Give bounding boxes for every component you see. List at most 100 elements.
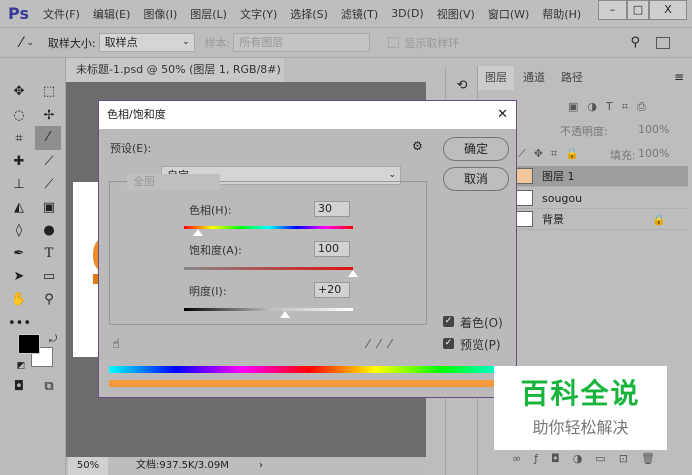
sample-select[interactable]: 所有图层 (233, 33, 371, 52)
pen-tool-icon[interactable]: ✒ (8, 244, 30, 264)
eyedropper-tool-icon[interactable]: ⁄ (20, 35, 22, 51)
crop-tool-icon[interactable]: ⌗ (8, 129, 30, 149)
opacity-label: 不透明度: (560, 125, 608, 138)
menu-select[interactable]: 选择(S) (290, 6, 328, 22)
tools-panel: ✥ ⬚ ◌ ✢ ⌗ ⁄ ✚ ⟋ ⊥ ⟋ ◭ ▣ ◊ ● ✒ T ➤ ▭ ✋ ⚲ … (0, 58, 66, 475)
quick-mask-icon[interactable]: ◘ (8, 377, 30, 397)
document-tab[interactable]: 未标题-1.psd @ 50% (图层 1, RGB/8#) * × (66, 58, 284, 100)
lightness-slider-track[interactable] (184, 308, 353, 311)
maximize-button[interactable]: □ (627, 0, 649, 20)
default-colors-icon[interactable]: ◩ (10, 356, 32, 376)
eyedropper-tool-icon[interactable]: ⁄ (35, 126, 61, 150)
layer-thumbnail (516, 211, 533, 227)
menu-layer[interactable]: 图层(L) (190, 6, 227, 22)
hue-slider-thumb[interactable] (192, 229, 203, 236)
colorize-checkbox[interactable]: ✓ (443, 316, 454, 327)
menu-help[interactable]: 帮助(H) (542, 6, 581, 22)
panel-menu-icon[interactable]: ≡ (674, 70, 684, 84)
gear-icon[interactable]: ⚙ (412, 139, 423, 153)
sample-label: 样本: (204, 36, 231, 50)
history-brush-icon[interactable]: ⟋ (38, 175, 60, 195)
saturation-input[interactable]: 100 (314, 241, 350, 257)
channel-select[interactable]: 全图 (127, 174, 220, 190)
lightness-slider-thumb[interactable] (280, 311, 291, 318)
layer-row[interactable]: 背景 🔒 (508, 209, 688, 230)
adjust-group (109, 181, 427, 325)
lasso-tool-icon[interactable]: ◌ (8, 106, 30, 126)
layer-row[interactable]: sougou (508, 188, 688, 209)
blur-tool-icon[interactable]: ◊ (8, 221, 30, 241)
menu-image[interactable]: 图像(I) (143, 6, 177, 22)
healing-brush-icon[interactable]: ✚ (8, 152, 30, 172)
opacity-value[interactable]: 100% (638, 123, 669, 136)
foreground-color-swatch[interactable] (18, 334, 40, 354)
layer-thumbnail (516, 168, 533, 184)
marquee-tool-icon[interactable]: ⬚ (38, 82, 60, 102)
eraser-tool-icon[interactable]: ◭ (8, 198, 30, 218)
cancel-button[interactable]: 取消 (443, 167, 509, 191)
colorize-label: 着色(O) (460, 316, 503, 330)
menu-type[interactable]: 文字(Y) (240, 6, 277, 22)
lightness-label: 明度(I): (189, 285, 227, 298)
dodge-tool-icon[interactable]: ● (38, 221, 60, 241)
layer-filter-icons[interactable]: ▣◑T⌗⎙ (568, 100, 655, 114)
gradient-tool-icon[interactable]: ▣ (38, 198, 60, 218)
menu-window[interactable]: 窗口(W) (488, 6, 529, 22)
options-bar: ⁄ ⌄ 取样大小: 取样点 ⌄ 样本: 所有图层 显示取样环 ⚲ (0, 27, 692, 58)
history-panel-icon[interactable]: ⟲ (451, 76, 473, 96)
preset-label: 预设(E): (110, 142, 152, 155)
watermark: 百科全说 助你轻松解决 (494, 366, 667, 450)
fill-value[interactable]: 100% (638, 147, 669, 160)
move-tool-icon[interactable]: ✥ (8, 82, 30, 102)
zoom-tool-icon[interactable]: ⚲ (38, 290, 60, 310)
eyedropper-icons[interactable]: ⁄⁄⁄ (367, 337, 400, 351)
menu-view[interactable]: 视图(V) (437, 6, 475, 22)
swap-colors-icon[interactable]: ⤾ (42, 330, 64, 350)
layer-row[interactable]: 图层 1 (508, 166, 688, 187)
menu-3d[interactable]: 3D(D) (391, 7, 424, 20)
magic-wand-icon[interactable]: ✢ (38, 106, 60, 126)
screen-mode-icon[interactable]: ⧉ (38, 377, 60, 397)
menu-filter[interactable]: 滤镜(T) (341, 6, 378, 22)
zoom-level[interactable]: 50% (68, 457, 108, 475)
saturation-slider-track[interactable] (184, 267, 353, 270)
saturation-label: 饱和度(A): (189, 244, 242, 257)
hue-slider-track[interactable] (184, 226, 353, 229)
tab-paths[interactable]: 路径 (554, 66, 590, 90)
hand-adjust-icon[interactable]: ☝ (112, 337, 120, 352)
hand-tool-icon[interactable]: ✋ (8, 290, 30, 310)
doc-info: 文档:937.5K/3.09M (136, 460, 229, 471)
hue-input[interactable]: 30 (314, 201, 350, 217)
ok-button[interactable]: 确定 (443, 137, 509, 161)
hue-spectrum-bar (109, 366, 509, 373)
close-icon[interactable]: ✕ (497, 101, 508, 129)
lightness-input[interactable]: +20 (314, 282, 350, 298)
dialog-title: 色相/饱和度 (107, 108, 166, 121)
layer-action-icons[interactable]: ∞ƒ◘◑▭⊡🗑 (512, 452, 668, 465)
sample-size-value: 取样点 (104, 36, 138, 49)
tab-channels[interactable]: 通道 (516, 66, 552, 90)
menu-edit[interactable]: 编辑(E) (93, 6, 131, 22)
stamp-tool-icon[interactable]: ⊥ (8, 175, 30, 195)
sample-size-select[interactable]: 取样点 ⌄ (98, 33, 195, 52)
saturation-slider-thumb[interactable] (348, 270, 358, 277)
path-select-icon[interactable]: ➤ (8, 267, 30, 287)
minimize-button[interactable]: – (598, 0, 627, 20)
rectangle-tool-icon[interactable]: ▭ (38, 267, 60, 287)
sample-value: 所有图层 (239, 36, 284, 49)
status-menu-arrow[interactable]: › (259, 457, 263, 475)
type-tool-icon[interactable]: T (38, 244, 60, 264)
menu-file[interactable]: 文件(F) (43, 6, 80, 22)
layer-name: 图层 1 (542, 170, 575, 183)
watermark-subtitle: 助你轻松解决 (532, 418, 629, 437)
preview-checkbox[interactable]: ✓ (443, 338, 454, 349)
lock-icons[interactable]: ⟋✥⌗🔒 (518, 147, 587, 161)
more-tools-icon[interactable]: ••• (8, 314, 31, 334)
workspace-icon[interactable] (656, 36, 670, 49)
show-ring-checkbox[interactable] (388, 37, 400, 48)
close-window-button[interactable]: X (649, 0, 687, 20)
search-icon[interactable]: ⚲ (630, 35, 640, 50)
tab-layers[interactable]: 图层 (478, 66, 514, 90)
chevron-down-icon[interactable]: ⌄ (26, 38, 34, 48)
brush-tool-icon[interactable]: ⟋ (38, 152, 60, 172)
